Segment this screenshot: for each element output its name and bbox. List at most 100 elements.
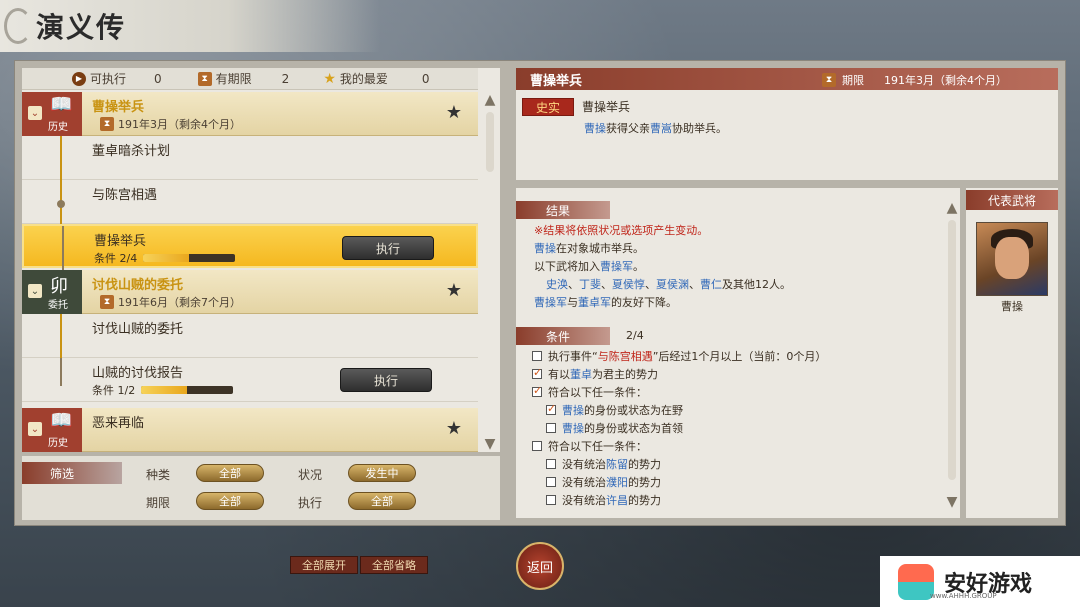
timeline-dot	[57, 200, 65, 208]
list-item[interactable]: 与陈宫相遇	[22, 180, 478, 224]
detail-scrollbar[interactable]: ▲ ▼	[944, 200, 960, 510]
book-icon: 📖	[50, 410, 73, 431]
count-bar: ▶ 可执行 0 ⧗ 有期限 2 ★ 我的最爱 0	[22, 68, 478, 90]
general-portrait[interactable]	[976, 222, 1048, 296]
collapse-icon[interactable]: ⌄	[28, 284, 42, 298]
condition-progress: 条件 2/4	[94, 250, 236, 266]
checkbox-checked-icon	[532, 384, 542, 397]
timeline-line	[60, 136, 62, 180]
commission-icon: 卯	[50, 276, 68, 297]
filter-label: 筛选	[22, 462, 122, 484]
condition-item: 符合以下任一条件：	[532, 384, 647, 400]
event-deadline: ⧗ 191年3月（剩余4个月）	[100, 116, 241, 132]
fav-count: ★ 我的最爱 0	[323, 70, 430, 87]
condition-item: 没有统治濮阳的势力	[546, 474, 661, 490]
checkbox-icon	[532, 351, 542, 361]
scroll-down-icon[interactable]: ▼	[944, 494, 960, 510]
condition-item: 执行事件“与陈宫相遇”后经过1个月以上（当前：0个月）	[532, 348, 826, 364]
category-badge: ⌄ 📖 历史	[22, 408, 82, 452]
condition-header: 条件	[516, 327, 610, 345]
checkbox-icon	[532, 441, 542, 451]
general-name: 曹操	[1001, 300, 1023, 313]
title-bar: 演义传	[0, 0, 380, 52]
result-warning: ※结果将依照状况或选项产生变动。	[534, 224, 709, 237]
general-header: 代表武将	[966, 190, 1058, 210]
play-icon: ▶	[72, 71, 86, 86]
scroll-down-icon[interactable]: ▼	[482, 436, 498, 452]
result-line: 史涣、丁斐、夏侯惇、夏侯渊、曹仁及其他12人。	[546, 278, 791, 291]
result-line: 曹操在对象城市举兵。	[534, 242, 644, 255]
page-title: 演义传	[36, 11, 127, 44]
history-tag: 史实	[522, 98, 574, 116]
category-badge: ⌄ 卯 委托	[22, 270, 82, 314]
list-item[interactable]: 山贼的讨伐报告 条件 1/2 执行	[22, 358, 478, 402]
event-header-row[interactable]: ⌄ 卯 委托 讨伐山贼的委托 ⧗ 191年6月（剩余7个月） ★	[22, 270, 478, 314]
hourglass-icon: ⧗	[100, 117, 114, 131]
execute-button[interactable]: 执行	[340, 368, 432, 392]
event-detail-deadline: ⧗ 期限 191年3月（剩余4个月）	[822, 72, 1007, 88]
event-subtitle: 曹操举兵	[582, 100, 631, 114]
hourglass-icon: ⧗	[100, 295, 114, 309]
progress-bar	[141, 386, 234, 394]
scroll-up-icon[interactable]: ▲	[482, 92, 498, 108]
swirl-icon	[4, 8, 32, 44]
condition-item: 有以董卓为君主的势力	[532, 366, 658, 382]
checkbox-icon	[546, 495, 556, 505]
event-title: 恶来再临	[92, 416, 145, 431]
limit-count: ⧗ 有期限 2	[197, 70, 289, 87]
scroll-thumb[interactable]	[948, 220, 956, 480]
hourglass-icon: ⧗	[822, 73, 836, 87]
expand-all-button[interactable]: 全部展开	[290, 556, 358, 574]
collapse-all-button[interactable]: 全部省略	[360, 556, 428, 574]
condition-progress: 条件 1/2	[92, 382, 234, 398]
result-header: 结果	[516, 201, 610, 219]
event-list: ⌄ 📖 历史 曹操举兵 ⧗ 191年3月（剩余4个月） ★ 董卓暗杀计划 与陈宫相…	[22, 92, 478, 452]
list-item[interactable]: 讨伐山贼的委托	[22, 314, 478, 358]
book-icon: 📖	[50, 94, 73, 115]
gamepad-icon	[898, 563, 934, 600]
collapse-icon[interactable]: ⌄	[28, 422, 42, 436]
filter-exec-button[interactable]: 全部	[348, 492, 416, 510]
condition-item: 没有统治陈留的势力	[546, 456, 661, 472]
checkbox-icon	[546, 477, 556, 487]
checkbox-checked-icon	[532, 366, 542, 379]
checkbox-icon	[546, 423, 556, 433]
favorite-star-icon[interactable]: ★	[446, 418, 462, 439]
condition-item: 符合以下任一条件：	[532, 438, 647, 454]
checkbox-checked-icon	[546, 402, 556, 415]
timeline-line	[60, 314, 62, 358]
condition-item: 曹操的身份或状态为在野	[546, 402, 683, 418]
scroll-thumb[interactable]	[486, 112, 494, 172]
event-deadline: ⧗ 191年6月（剩余7个月）	[100, 294, 241, 310]
scroll-up-icon[interactable]: ▲	[944, 200, 960, 216]
list-item[interactable]: 董卓暗杀计划	[22, 136, 478, 180]
hourglass-icon: ⧗	[197, 71, 212, 86]
timeline-line	[62, 226, 64, 270]
event-description: 曹操获得父亲曹嵩协助举兵。	[584, 122, 727, 135]
event-title: 讨伐山贼的委托	[92, 278, 184, 293]
result-line: 曹操军与董卓军的友好下降。	[534, 296, 677, 309]
filter-status-button[interactable]: 发生中	[348, 464, 416, 482]
execute-button[interactable]: 执行	[342, 236, 434, 260]
category-badge: ⌄ 📖 历史	[22, 92, 82, 136]
star-icon: ★	[323, 70, 336, 87]
timeline-line	[60, 358, 62, 386]
condition-item: 曹操的身份或状态为首领	[546, 420, 683, 436]
event-header-row[interactable]: ⌄ 📖 历史 恶来再临 ★	[22, 408, 478, 452]
filter-kind-button[interactable]: 全部	[196, 464, 264, 482]
checkbox-icon	[546, 459, 556, 469]
exec-count: ▶ 可执行 0	[72, 70, 162, 87]
favorite-star-icon[interactable]: ★	[446, 102, 462, 123]
list-item-selected[interactable]: 曹操举兵 条件 2/4 执行	[22, 224, 478, 270]
event-header-row[interactable]: ⌄ 📖 历史 曹操举兵 ⧗ 191年3月（剩余4个月） ★	[22, 92, 478, 136]
condition-count: 2/4	[626, 329, 644, 342]
condition-item: 没有统治许昌的势力	[546, 492, 661, 508]
event-title: 曹操举兵	[92, 100, 145, 115]
progress-bar	[143, 254, 236, 262]
list-scrollbar[interactable]: ▲ ▼	[482, 92, 498, 452]
back-button[interactable]: 返回	[516, 542, 564, 590]
result-line: 以下武将加入曹操军。	[534, 260, 644, 273]
filter-period-button[interactable]: 全部	[196, 492, 264, 510]
collapse-icon[interactable]: ⌄	[28, 106, 42, 120]
favorite-star-icon[interactable]: ★	[446, 280, 462, 301]
